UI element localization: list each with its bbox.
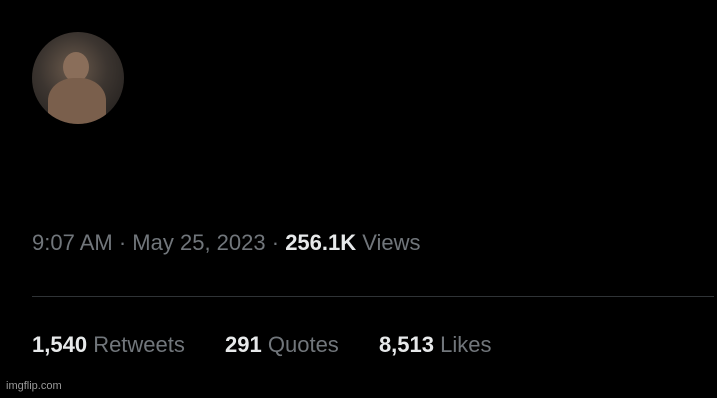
views-label: Views (362, 230, 421, 255)
tweet-text (32, 158, 682, 202)
meta-separator: · (118, 230, 127, 255)
retweets-label: Retweets (93, 332, 185, 357)
likes-count: 8,513 (378, 332, 434, 357)
retweets-stat[interactable]: 1,540 Retweets (32, 332, 185, 358)
quotes-count: 291 (225, 332, 262, 357)
avatar-torso-shape (48, 78, 106, 124)
quotes-label: Quotes (267, 332, 339, 357)
likes-label: Likes (440, 332, 492, 357)
tweet-meta: 9:07 AM · May 25, 2023 · 256.1K Views (32, 230, 421, 256)
retweets-count: 1,540 (32, 332, 88, 357)
likes-stat[interactable]: 8,513 Likes (379, 332, 492, 358)
watermark: imgflip.com (6, 380, 62, 392)
meta-separator: · (271, 230, 280, 255)
author-avatar[interactable] (32, 32, 124, 124)
tweet-date[interactable]: May 25, 2023 (132, 230, 265, 255)
stats-divider (32, 296, 714, 297)
quotes-stat[interactable]: 291 Quotes (225, 332, 339, 358)
tweet-time[interactable]: 9:07 AM (32, 230, 113, 255)
engagement-stats: 1,540 Retweets 291 Quotes 8,513 Likes (32, 332, 525, 358)
views-count: 256.1K (285, 230, 357, 255)
